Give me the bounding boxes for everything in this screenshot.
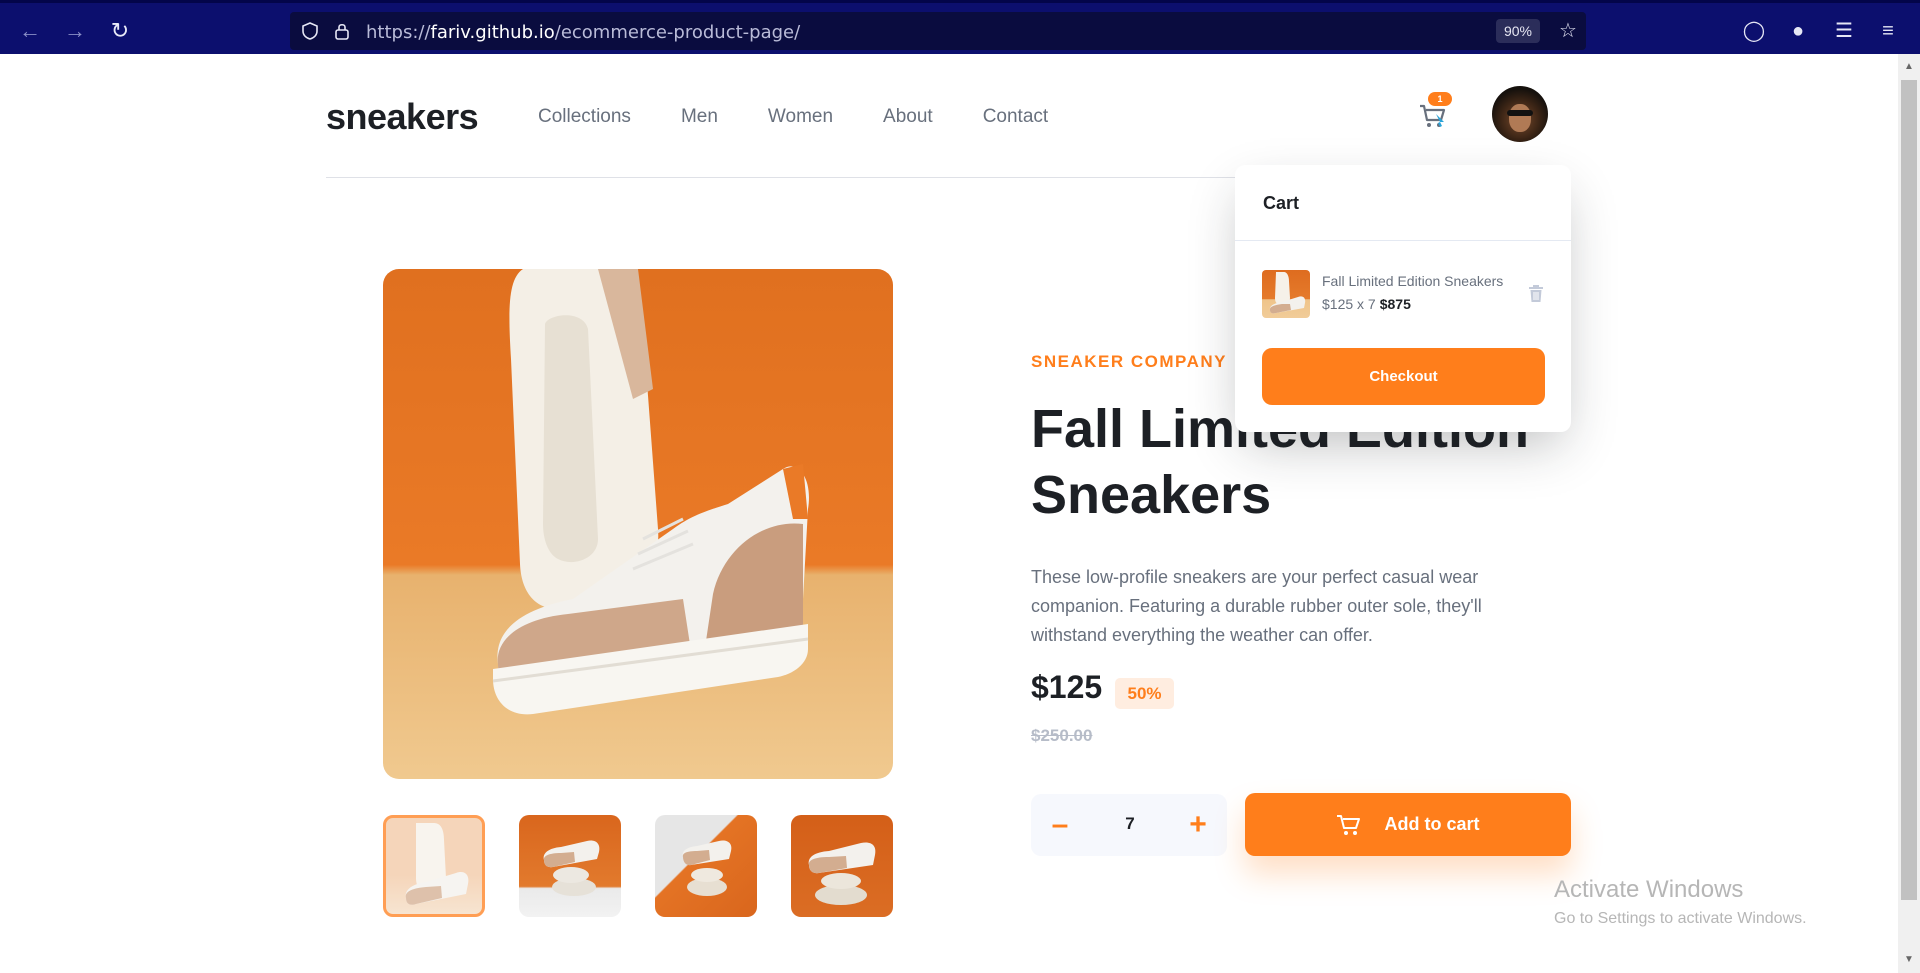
cart-title: Cart: [1263, 193, 1300, 213]
nav-collections[interactable]: Collections: [538, 106, 631, 128]
thumbnail-4[interactable]: [791, 815, 893, 917]
scroll-thumb[interactable]: [1901, 80, 1917, 900]
plus-icon[interactable]: +: [1183, 808, 1213, 842]
thumbnail-strip: [383, 815, 893, 917]
reload-icon[interactable]: ↻: [106, 17, 134, 45]
shield-icon[interactable]: [300, 21, 320, 41]
thumbnail-2[interactable]: [519, 815, 621, 917]
thumbnail-3-image: [682, 840, 732, 896]
cart-popup: Cart Fall Limited Edition Sneakers $125 …: [1235, 165, 1571, 432]
scroll-down-arrow-icon[interactable]: ▼: [1902, 953, 1916, 967]
cart-item-price-calc: $125 x 7 $875: [1322, 296, 1411, 312]
site-logo[interactable]: sneakers: [326, 96, 479, 138]
user-avatar[interactable]: [1492, 86, 1548, 142]
browser-toolbar: ← → ↻ https://fariv.github.io/ecommerce-…: [0, 0, 1920, 54]
quantity-stepper: – 7 +: [1031, 794, 1227, 856]
thumbnail-4-image: [808, 842, 876, 905]
extension-badge-icon[interactable]: ●: [1786, 19, 1810, 43]
original-price: $250.00: [1031, 726, 1093, 745]
add-to-cart-button[interactable]: Add to cart: [1245, 793, 1571, 856]
cart-count-badge: 1: [1428, 92, 1452, 106]
scroll-up-arrow-icon[interactable]: ▲: [1902, 60, 1916, 74]
add-to-cart-label: Add to cart: [1384, 814, 1480, 834]
quantity-value: 7: [1125, 814, 1135, 833]
avatar-face: [1509, 104, 1531, 132]
cart-item-thumbnail-image: [1269, 272, 1306, 314]
product-description: These low-profile sneakers are your perf…: [1031, 567, 1482, 645]
address-bar[interactable]: https://fariv.github.io/ecommerce-produc…: [290, 12, 1586, 50]
pocket-icon[interactable]: ◯: [1742, 19, 1766, 43]
forward-icon[interactable]: →: [61, 17, 89, 45]
trash-icon[interactable]: [1528, 285, 1544, 303]
sneaker-illustration: [492, 269, 809, 715]
page-scrollbar[interactable]: ▲ ▼: [1898, 54, 1920, 973]
cart-icon: [1337, 814, 1361, 835]
thumbnail-2-image: [543, 840, 600, 896]
activate-windows-title: Activate Windows: [1554, 876, 1744, 903]
zoom-level-badge[interactable]: 90%: [1496, 19, 1540, 43]
cart-item-thumbnail: [1262, 270, 1310, 318]
nav-about[interactable]: About: [883, 106, 933, 128]
url-text[interactable]: https://fariv.github.io/ecommerce-produc…: [366, 22, 800, 43]
menu-hamburger-icon[interactable]: ≡: [1876, 19, 1900, 43]
avatar-glasses: [1507, 110, 1533, 116]
company-name: SNEAKER COMPANY: [1031, 352, 1227, 371]
cart-item-total: $875: [1379, 296, 1411, 312]
cart-item-price-qty: $125 x 7: [1322, 296, 1376, 312]
thumbnail-1[interactable]: [383, 815, 485, 917]
activate-windows-subtitle: Go to Settings to activate Windows.: [1554, 910, 1807, 927]
bookmark-star-icon[interactable]: ☆: [1556, 19, 1580, 43]
cart-item-name: Fall Limited Edition Sneakers: [1322, 273, 1504, 289]
lock-icon[interactable]: [332, 21, 352, 41]
product-main-image[interactable]: [383, 269, 893, 779]
url-domain: fariv.github.io: [430, 22, 555, 43]
current-price: $125: [1031, 669, 1103, 705]
minus-icon[interactable]: –: [1045, 808, 1075, 842]
checkout-button[interactable]: Checkout: [1262, 348, 1545, 405]
nav-men[interactable]: Men: [681, 106, 718, 128]
nav-contact[interactable]: Contact: [983, 106, 1048, 128]
url-prefix: https://: [366, 22, 431, 43]
url-path: /ecommerce-product-page/: [554, 22, 801, 43]
extensions-puzzle-icon[interactable]: ☰: [1832, 19, 1856, 43]
cart-divider: [1235, 240, 1571, 241]
nav-women[interactable]: Women: [768, 106, 833, 128]
thumbnail-3[interactable]: [655, 815, 757, 917]
main-nav: Collections Men Women About Contact: [538, 106, 1098, 128]
cart-icon[interactable]: [1418, 102, 1448, 130]
back-icon[interactable]: ←: [16, 17, 44, 45]
discount-badge: 50%: [1115, 678, 1174, 709]
thumbnail-1-image: [405, 823, 469, 905]
